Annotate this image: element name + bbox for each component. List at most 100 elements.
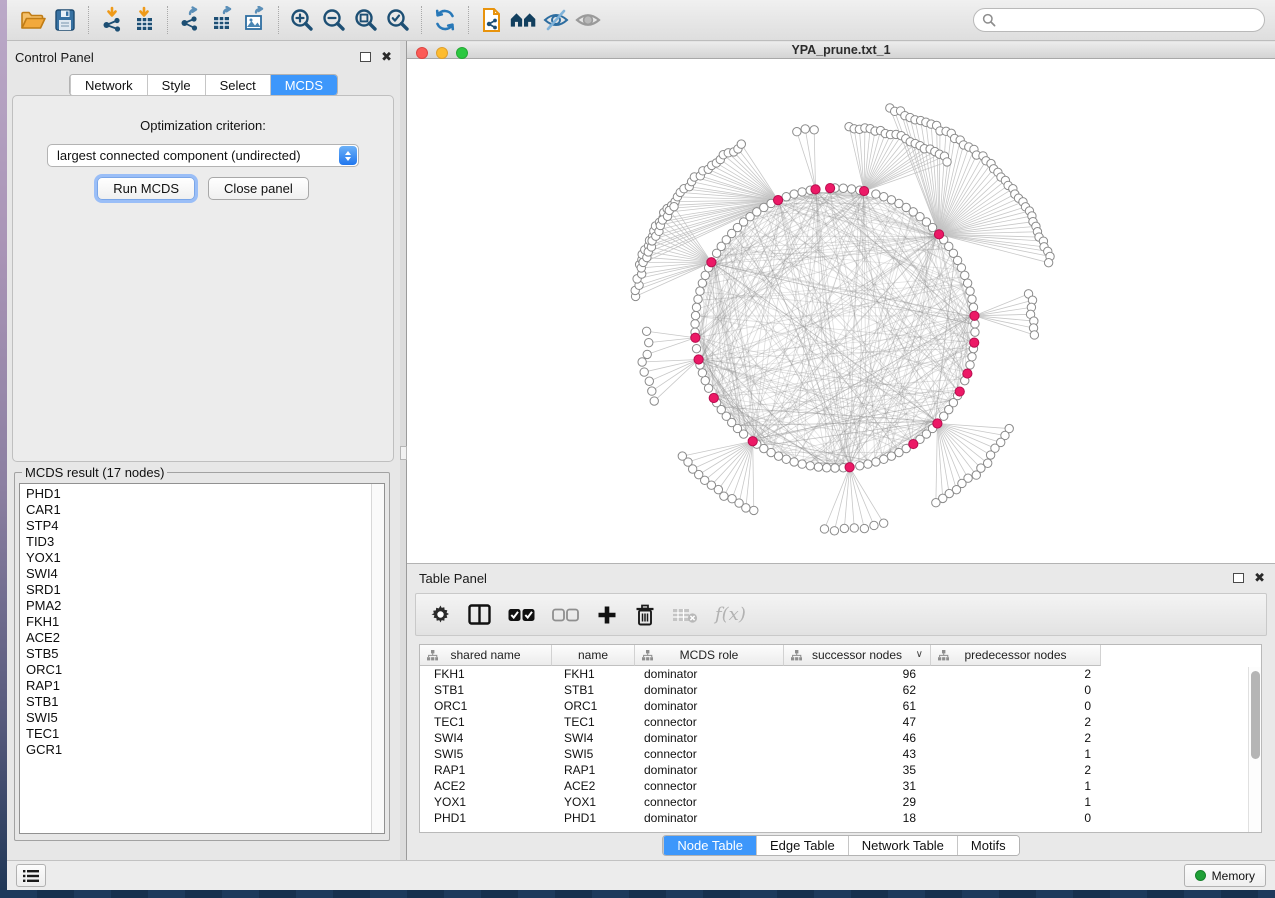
export-image-button[interactable]	[239, 4, 271, 36]
network-window-titlebar[interactable]: YPA_prune.txt_1	[407, 42, 1275, 59]
column-header-shared-name[interactable]: shared name	[420, 645, 552, 666]
column-header-mcds-role[interactable]: MCDS role	[635, 645, 784, 666]
table-header-row: shared name name MCDS role successor nod…	[420, 645, 1261, 666]
export-table-icon	[209, 6, 237, 34]
mcds-result-item[interactable]: SWI5	[26, 710, 384, 726]
mcds-result-item[interactable]: PMA2	[26, 598, 384, 614]
mcds-result-item[interactable]: SRD1	[26, 582, 384, 598]
control-panel-tab[interactable]: Select	[205, 75, 270, 95]
open-folder-icon	[19, 6, 47, 34]
mcds-result-item[interactable]: SWI4	[26, 566, 384, 582]
zoom-in-button[interactable]	[286, 4, 318, 36]
mcds-result-item[interactable]: RAP1	[26, 678, 384, 694]
control-panel-tab[interactable]: Style	[147, 75, 205, 95]
new-network-from-selection-button[interactable]	[476, 4, 508, 36]
deselect-all-button[interactable]	[552, 601, 579, 629]
add-column-button[interactable]	[596, 601, 618, 629]
control-panel-tab[interactable]: MCDS	[270, 75, 337, 95]
memory-button[interactable]: Memory	[1184, 864, 1266, 887]
table-scrollbar-thumb[interactable]	[1251, 671, 1260, 759]
optimization-criterion-select[interactable]: largest connected component (undirected)	[47, 144, 359, 167]
hide-selected-button[interactable]	[540, 4, 572, 36]
table-row[interactable]: PHD1 PHD1 dominator 18 0	[420, 810, 1261, 826]
mcds-result-title: MCDS result (17 nodes)	[22, 465, 167, 480]
splitter-handle[interactable]	[400, 446, 407, 460]
close-table-panel-icon[interactable]: ✖	[1254, 573, 1265, 583]
network-window: YPA_prune.txt_1	[407, 41, 1275, 563]
zoom-in-icon	[288, 6, 316, 34]
application-window: Control Panel ✖ NetworkStyleSelectMCDS O…	[7, 0, 1275, 890]
save-button[interactable]	[49, 4, 81, 36]
table-scrollbar[interactable]	[1248, 667, 1261, 832]
refresh-button[interactable]	[429, 4, 461, 36]
select-all-button[interactable]	[508, 601, 535, 629]
window-minimize-icon[interactable]	[436, 47, 448, 59]
mcds-result-item[interactable]: TEC1	[26, 726, 384, 742]
window-maximize-icon[interactable]	[456, 47, 468, 59]
run-mcds-button[interactable]: Run MCDS	[97, 177, 195, 200]
panel-splitter[interactable]	[400, 41, 407, 860]
task-history-button[interactable]	[16, 864, 46, 887]
network-view-canvas[interactable]	[407, 59, 1275, 563]
table-row[interactable]: ORC1 ORC1 dominator 61 0	[420, 698, 1261, 714]
float-table-panel-icon[interactable]	[1233, 573, 1244, 583]
float-panel-icon[interactable]	[360, 52, 371, 62]
table-row[interactable]: FKH1 FKH1 dominator 96 2	[420, 666, 1261, 682]
mcds-result-item[interactable]: YOX1	[26, 550, 384, 566]
export-network-button[interactable]	[175, 4, 207, 36]
table-settings-button[interactable]	[430, 601, 451, 629]
table-tab[interactable]: Edge Table	[756, 836, 848, 855]
column-header-predecessor-nodes[interactable]: predecessor nodes	[931, 645, 1101, 666]
table-row[interactable]: YOX1 YOX1 connector 29 1	[420, 794, 1261, 810]
column-header-name[interactable]: name	[552, 645, 635, 666]
import-table-button[interactable]	[128, 4, 160, 36]
import-network-button[interactable]	[96, 4, 128, 36]
network-graph[interactable]	[407, 59, 1275, 558]
show-column-panel-button[interactable]	[468, 601, 491, 629]
mcds-result-list[interactable]: PHD1CAR1STP4TID3YOX1SWI4SRD1PMA2FKH1ACE2…	[19, 483, 385, 834]
close-panel-button[interactable]: Close panel	[208, 177, 309, 200]
mcds-result-item[interactable]: GCR1	[26, 742, 384, 758]
first-neighbors-button[interactable]	[508, 4, 540, 36]
search-field[interactable]	[973, 8, 1265, 32]
mcds-result-item[interactable]: FKH1	[26, 614, 384, 630]
export-table-button[interactable]	[207, 4, 239, 36]
window-close-icon[interactable]	[416, 47, 428, 59]
table-tab[interactable]: Network Table	[848, 836, 957, 855]
open-button[interactable]	[17, 4, 49, 36]
zoom-fit-button[interactable]	[350, 4, 382, 36]
mcds-list-scrollbar[interactable]	[371, 484, 384, 833]
table-row[interactable]: SWI4 SWI4 dominator 46 2	[420, 730, 1261, 746]
main-area: Control Panel ✖ NetworkStyleSelectMCDS O…	[7, 41, 1275, 860]
table-tab[interactable]: Node Table	[663, 836, 756, 855]
control-panel-tab[interactable]: Network	[70, 75, 147, 95]
table-row[interactable]: RAP1 RAP1 dominator 35 2	[420, 762, 1261, 778]
search-input[interactable]	[1000, 13, 1256, 27]
close-panel-icon[interactable]: ✖	[381, 52, 392, 62]
zoom-out-button[interactable]	[318, 4, 350, 36]
mcds-result-item[interactable]: ORC1	[26, 662, 384, 678]
mcds-result-item[interactable]: CAR1	[26, 502, 384, 518]
mcds-result-item[interactable]: PHD1	[26, 486, 384, 502]
mcds-result-item[interactable]: STB1	[26, 694, 384, 710]
toolbar-separator	[421, 6, 422, 34]
zoom-out-icon	[320, 6, 348, 34]
chevron-down-icon[interactable]: ∨	[916, 649, 923, 660]
mcds-result-item[interactable]: STP4	[26, 518, 384, 534]
table-tab[interactable]: Motifs	[957, 836, 1019, 855]
zoom-selected-button[interactable]	[382, 4, 414, 36]
mcds-result-item[interactable]: TID3	[26, 534, 384, 550]
control-panel-header: Control Panel ✖	[15, 47, 392, 67]
delete-column-button[interactable]	[635, 601, 655, 629]
attribute-type-icon	[791, 650, 802, 661]
mcds-result-item[interactable]: STB5	[26, 646, 384, 662]
mcds-result-item[interactable]: ACE2	[26, 630, 384, 646]
column-header-successor-nodes[interactable]: successor nodes ∨	[784, 645, 931, 666]
control-panel: Control Panel ✖ NetworkStyleSelectMCDS O…	[7, 41, 400, 860]
show-all-eye-icon	[573, 6, 603, 34]
table-row[interactable]: TEC1 TEC1 connector 47 2	[420, 714, 1261, 730]
table-row[interactable]: ACE2 ACE2 connector 31 1	[420, 778, 1261, 794]
show-all-button[interactable]	[572, 4, 604, 36]
table-row[interactable]: STB1 STB1 dominator 62 0	[420, 682, 1261, 698]
table-row[interactable]: SWI5 SWI5 connector 43 1	[420, 746, 1261, 762]
